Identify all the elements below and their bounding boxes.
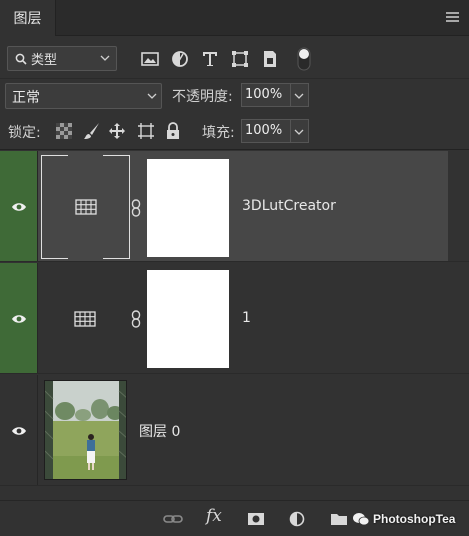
new-adjustment-icon[interactable] [288,509,308,529]
color-lookup-icon [75,199,97,215]
chevron-down-icon [147,93,157,99]
opacity-input[interactable]: 100% [241,83,291,107]
adjustment-thumbnail-selected[interactable] [41,155,130,259]
chevron-down-icon [294,93,304,99]
filter-toggle-icon[interactable] [297,47,311,71]
color-lookup-icon[interactable] [74,311,96,327]
layer-name[interactable]: 1 [242,310,251,326]
chevron-down-icon [294,129,304,135]
lock-image-icon[interactable] [83,122,101,140]
layer-row[interactable]: 1 [0,263,469,374]
type-filter-icon[interactable] [200,49,220,69]
tab-layers[interactable]: 图层 [0,0,56,36]
layer-mask-thumbnail[interactable] [147,270,229,368]
chevron-down-icon [100,55,110,61]
smart-object-filter-icon[interactable] [260,49,280,69]
panel-menu-icon[interactable] [446,12,459,24]
fx-icon[interactable]: fx [206,506,226,526]
lock-transparent-icon[interactable] [55,122,73,140]
layer-name[interactable]: 图层 0 [139,421,180,441]
layer-row[interactable]: 图层 0 [0,375,469,486]
fill-dropdown[interactable] [291,119,309,143]
mask-link-icon[interactable] [131,199,141,217]
visibility-toggle[interactable] [0,263,38,373]
new-group-icon[interactable] [329,509,349,529]
adjustment-filter-icon[interactable] [170,49,190,69]
filter-kind-label: 类型 [31,53,58,68]
layers-empty-area [0,487,469,500]
image-filter-icon[interactable] [140,49,160,69]
layer-thumbnail-photo[interactable] [44,380,127,480]
photo-image [45,381,126,479]
tab-layers-label: 图层 [13,11,42,27]
blend-row: 正常 不透明度: 100% [0,80,469,112]
wechat-icon [353,513,370,526]
visibility-toggle[interactable] [0,375,38,485]
eye-icon [12,203,26,211]
layer-name[interactable]: 3DLutCreator [242,198,336,214]
fx-label: fx [206,506,222,526]
eye-icon [12,427,26,435]
filter-row: 类型 [0,37,469,79]
opacity-label: 不透明度: [172,89,233,105]
watermark: PhotoshopTea [352,509,455,529]
lock-position-icon[interactable] [108,122,126,140]
shape-filter-icon[interactable] [230,49,250,69]
search-icon [15,53,27,65]
layer-mask-thumbnail[interactable] [147,159,229,257]
mask-link-icon[interactable] [131,310,141,328]
layer-row[interactable]: 3DLutCreator [0,151,469,262]
lock-row: 锁定: 填充: 100% [0,114,469,150]
eye-icon [12,315,26,323]
blend-mode-select[interactable]: 正常 [5,83,162,109]
lock-all-icon[interactable] [164,122,182,140]
blend-mode-value: 正常 [12,90,40,106]
visibility-toggle[interactable] [0,151,38,261]
filter-kind-select[interactable]: 类型 [7,46,117,71]
lock-label: 锁定: [8,125,41,141]
watermark-text: PhotoshopTea [373,512,456,526]
opacity-dropdown[interactable] [291,83,309,107]
fill-input[interactable]: 100% [241,119,291,143]
add-mask-icon[interactable] [246,509,266,529]
fill-label: 填充: [202,125,235,141]
lock-artboard-icon[interactable] [137,122,155,140]
panel-tab-bar: 图层 [0,0,469,36]
link-layers-icon[interactable] [163,509,183,529]
panel-bottom-bar: fx PhotoshopTea [0,500,469,536]
